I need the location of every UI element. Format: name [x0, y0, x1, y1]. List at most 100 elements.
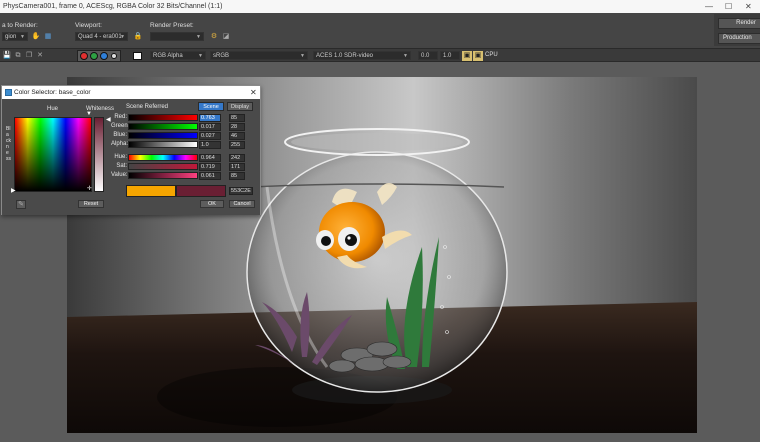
dialog-close-icon[interactable]: ✕ [250, 88, 257, 97]
blue-channel-toggle[interactable] [100, 52, 108, 60]
new-color-swatch [126, 185, 176, 197]
gamma-field[interactable]: 1.0 [440, 51, 460, 60]
lut-toggle-icon[interactable]: ▣ [462, 51, 472, 61]
alpha-label: Alpha: [111, 141, 129, 147]
blue-int-field[interactable]: 46 [229, 132, 245, 140]
save-image-icon[interactable]: 💾 [2, 51, 12, 61]
green-int-field[interactable]: 28 [229, 123, 245, 131]
blue-value-field[interactable]: 0.027 [199, 132, 221, 140]
sat-value-field[interactable]: 0.719 [199, 163, 221, 171]
window-title: PhysCamera001, frame 0, ACEScg, RGBA Col… [3, 3, 223, 10]
render-settings-bar: a to Render: gion ▼ ✋ ▦ Viewport: Quad 4 … [0, 13, 760, 46]
frame-buffer-toolbar: 💾 ⧉ ❐ ✕ RGB Alpha ▼ sRGB ▼ ACES 1.0 SDR-vi… [0, 48, 760, 62]
clone-window-icon[interactable]: ❐ [24, 51, 34, 61]
blackness-pointer-icon: ▶ [11, 188, 16, 194]
whiteness-pointer-icon: ◀ [106, 117, 111, 123]
channel-display-dropdown[interactable]: RGB Alpha ▼ [150, 51, 206, 60]
chevron-down-icon: ▼ [300, 53, 305, 59]
viewport-value: Quad 4 - era001 [78, 34, 122, 40]
environment-icon[interactable]: ◪ [221, 32, 231, 42]
render-preset-dropdown[interactable]: ▼ [150, 32, 204, 41]
red-value-field[interactable]: 0.763 [199, 114, 221, 122]
tab-scene[interactable]: Scene [198, 102, 224, 111]
value-slider[interactable] [128, 172, 198, 179]
view-transform-dropdown[interactable]: ACES 1.0 SDR-video ▼ [313, 51, 411, 60]
red-slider[interactable] [128, 114, 198, 121]
chevron-down-icon: ▼ [198, 53, 203, 59]
eyedropper-icon[interactable]: ✎ [16, 200, 26, 209]
dialog-title: Color Selector: base_color [14, 89, 91, 96]
chevron-down-icon: ▼ [120, 34, 125, 40]
gamma-value: 1.0 [443, 53, 452, 59]
area-to-render-dropdown[interactable]: gion ▼ [2, 32, 28, 41]
sat-label: Sat: [116, 163, 127, 169]
hue-blackness-picker[interactable] [14, 117, 92, 192]
ok-button[interactable]: OK [200, 200, 224, 208]
render-setup-icon[interactable]: ⚙ [209, 32, 219, 42]
device-label: CPU [485, 52, 498, 58]
cancel-button[interactable]: Cancel [229, 200, 255, 208]
value-value-field[interactable]: 0.061 [199, 172, 221, 180]
channel-display-value: RGB Alpha [153, 53, 183, 59]
green-channel-toggle[interactable] [90, 52, 98, 60]
hue-slider[interactable] [128, 154, 198, 161]
viewport-dropdown[interactable]: Quad 4 - era001 ▼ [75, 32, 128, 41]
blue-label: Blue: [113, 132, 127, 138]
dialog-title-bar: Color Selector: base_color ✕ [2, 86, 260, 99]
viewport-label: Viewport: [75, 22, 102, 29]
whiteness-marker-icon: ▼ [86, 111, 92, 117]
hex-field[interactable]: 553C2E [229, 187, 253, 195]
tab-display[interactable]: Display [227, 102, 253, 111]
exposure-value: 0.0 [421, 53, 430, 59]
hue-label: Hue [47, 106, 59, 112]
chevron-down-icon: ▼ [196, 34, 201, 40]
dialog-body: Hue Whiteness Blackness ✛ ◀ ▼ ▶ Scene Re… [2, 99, 260, 215]
green-slider[interactable] [128, 123, 198, 130]
value-int-field[interactable]: 85 [229, 172, 245, 180]
window-title-bar: PhysCamera001, frame 0, ACEScg, RGBA Col… [0, 0, 760, 13]
render-button[interactable]: Render [718, 18, 760, 29]
view-transform-value: ACES 1.0 SDR-video [316, 53, 374, 59]
area-to-render-label: a to Render: [2, 22, 38, 29]
alpha-slider[interactable] [128, 141, 198, 148]
colorspace-value: sRGB [213, 53, 230, 59]
minimize-icon[interactable]: — [705, 2, 713, 11]
area-to-render-value: gion [5, 34, 17, 40]
original-color-swatch[interactable] [176, 185, 226, 197]
hue-channel-label: Hue: [114, 154, 127, 160]
chevron-down-icon: ▼ [403, 53, 408, 59]
alpha-channel-toggle[interactable] [111, 53, 117, 59]
chevron-down-icon: ▼ [20, 34, 25, 40]
clear-icon[interactable]: ✕ [35, 51, 45, 61]
color-selector-dialog: Color Selector: base_color ✕ Hue Whitene… [1, 85, 261, 215]
production-dropdown[interactable]: Production [718, 33, 760, 44]
monochrome-swatch[interactable] [133, 52, 142, 60]
green-label: Green: [111, 123, 130, 129]
red-int-field[interactable]: 85 [229, 114, 245, 122]
reset-button[interactable]: Reset [78, 200, 104, 208]
copy-image-icon[interactable]: ⧉ [13, 51, 23, 61]
render-panel: Render Production [714, 14, 760, 46]
auto-region-icon[interactable]: ▦ [43, 32, 53, 42]
color-picker-crosshair-icon: ✛ [87, 186, 93, 192]
green-value-field[interactable]: 0.017 [199, 123, 221, 131]
gpu-toggle-icon[interactable]: ▣ [473, 51, 483, 61]
value-label: Value: [111, 172, 128, 178]
exposure-field[interactable]: 0.0 [418, 51, 438, 60]
alpha-int-field[interactable]: 255 [229, 141, 245, 149]
edit-region-icon[interactable]: ✋ [31, 32, 41, 42]
colorspace-dropdown[interactable]: sRGB ▼ [210, 51, 308, 60]
maximize-icon[interactable]: ☐ [725, 2, 732, 11]
red-channel-toggle[interactable] [80, 52, 88, 60]
close-icon[interactable]: ✕ [745, 2, 752, 11]
blue-slider[interactable] [128, 132, 198, 139]
sat-slider[interactable] [128, 163, 198, 170]
hue-value-field[interactable]: 0.964 [199, 154, 221, 162]
scene-referred-label: Scene Referred [126, 104, 169, 110]
sat-int-field[interactable]: 171 [229, 163, 245, 171]
lock-icon[interactable]: 🔒 [133, 32, 143, 42]
alpha-value-field[interactable]: 1.0 [199, 141, 221, 149]
blackness-label: Blackness [6, 126, 11, 162]
whiteness-slider[interactable] [94, 117, 104, 192]
hue-int-field[interactable]: 242 [229, 154, 245, 162]
